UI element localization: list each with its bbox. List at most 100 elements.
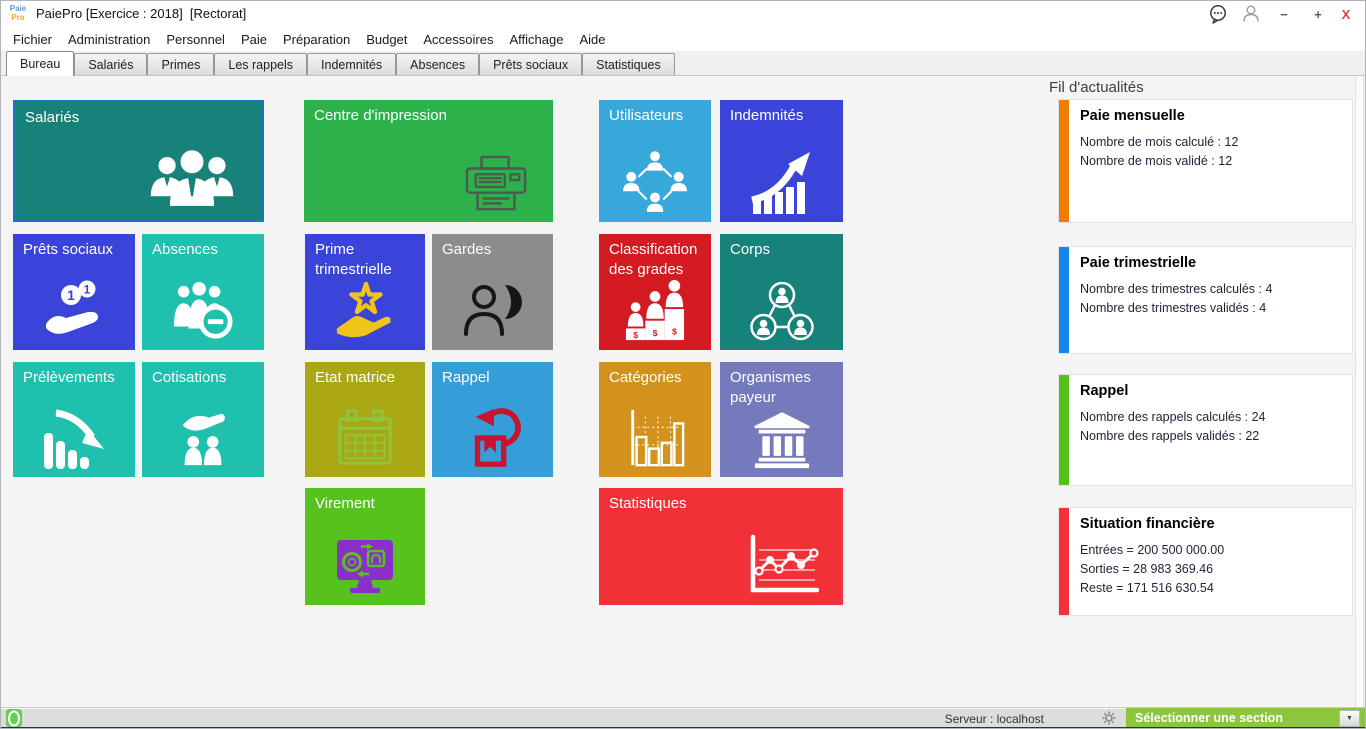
printer-icon (463, 154, 529, 214)
person-moon-icon (461, 282, 525, 342)
transfer-monitor-icon (332, 537, 398, 597)
dropdown-arrow-icon[interactable]: ▼ (1339, 710, 1360, 727)
tile-salaries[interactable]: Salariés (13, 100, 264, 222)
card-title: Paie mensuelle (1080, 108, 1238, 124)
window-title: PaiePro [Exercice : 2018] [Rectorat] (36, 6, 246, 21)
card-accent-bar (1059, 375, 1069, 485)
tile-label: Corps (730, 240, 837, 260)
news-card-paie-mensuelle: Paie mensuelle Nombre de mois calculé : … (1058, 99, 1353, 223)
calendar-icon (334, 407, 396, 469)
menu-affichage[interactable]: Affichage (501, 29, 571, 50)
tile-label: Centre d'impression (314, 106, 547, 126)
tile-label: Indemnités (730, 106, 837, 126)
card-line: Nombre des rappels validés : 22 (1080, 427, 1266, 446)
card-line: Entrées = 200 500 000.00 (1080, 541, 1224, 560)
gear-icon[interactable] (1096, 709, 1122, 727)
tile-utilisateurs[interactable]: Utilisateurs (599, 100, 711, 222)
menu-accessoires[interactable]: Accessoires (415, 29, 501, 50)
news-card-situation-financiere: Situation financière Entrées = 200 500 0… (1058, 507, 1353, 616)
tile-centre-impression[interactable]: Centre d'impression (304, 100, 553, 222)
tile-indemnites[interactable]: Indemnités (720, 100, 843, 222)
svg-text:1: 1 (84, 283, 91, 297)
card-line: Nombre de mois validé : 12 (1080, 152, 1238, 171)
tile-label: Prêts sociaux (23, 240, 129, 260)
tab-strip: Bureau Salariés Primes Les rappels Indem… (1, 51, 1365, 76)
tile-classification-grades[interactable]: Classification des grades $$$ (599, 234, 711, 350)
vertical-scrollbar[interactable] (1355, 76, 1364, 707)
maximize-button[interactable]: + (1307, 7, 1329, 22)
card-line: Reste = 171 516 630.54 (1080, 579, 1224, 598)
tab-indemnites[interactable]: Indemnités (307, 53, 396, 75)
tab-les-rappels[interactable]: Les rappels (214, 53, 307, 75)
card-line: Nombre des trimestres calculés : 4 (1080, 280, 1272, 299)
tile-statistiques[interactable]: Statistiques (599, 488, 843, 605)
tile-gardes[interactable]: Gardes (432, 234, 553, 350)
svg-text:$: $ (672, 326, 677, 336)
tile-cotisations[interactable]: Cotisations (142, 362, 264, 477)
card-line: Nombre des rappels calculés : 24 (1080, 408, 1266, 427)
tile-prets-sociaux[interactable]: Prêts sociaux 1 1 (13, 234, 135, 350)
tile-virement[interactable]: Virement (305, 488, 425, 605)
menu-fichier[interactable]: Fichier (5, 29, 60, 50)
undo-square-icon (462, 407, 524, 469)
tile-prelevements[interactable]: Prélèvements (13, 362, 135, 477)
news-feed-panel: Fil d'actualités Paie mensuelle Nombre d… (1049, 76, 1357, 707)
tab-primes[interactable]: Primes (147, 53, 214, 75)
tab-salaries[interactable]: Salariés (74, 53, 147, 75)
growth-arrow-icon (750, 152, 814, 214)
user-icon[interactable] (1242, 4, 1260, 24)
card-line: Nombre de mois calculé : 12 (1080, 133, 1238, 152)
tile-label: Statistiques (609, 494, 837, 514)
org-circles-icon (750, 282, 814, 342)
svg-text:$: $ (633, 330, 638, 340)
tile-corps[interactable]: Corps (720, 234, 843, 350)
section-selector-label: Sélectionner une section (1126, 711, 1339, 725)
users-network-icon (622, 150, 688, 214)
line-chart-icon (745, 533, 819, 597)
card-title: Paie trimestrielle (1080, 255, 1272, 271)
tile-label: Virement (315, 494, 419, 514)
minimize-button[interactable]: − (1273, 7, 1295, 22)
section-selector[interactable]: Sélectionner une section ▼ (1126, 708, 1365, 728)
tile-absences[interactable]: Absences (142, 234, 264, 350)
bank-icon (752, 411, 812, 469)
svg-text:$: $ (653, 328, 658, 338)
hand-people-icon (172, 407, 234, 469)
bar-chart-icon (624, 407, 686, 469)
menu-aide[interactable]: Aide (571, 29, 613, 50)
menu-paie[interactable]: Paie (233, 29, 275, 50)
tile-label: Utilisateurs (609, 106, 705, 126)
tab-bureau[interactable]: Bureau (6, 51, 74, 76)
news-card-rappel: Rappel Nombre des rappels calculés : 24 … (1058, 374, 1353, 486)
logo-text-bottom: Pro (11, 14, 24, 23)
status-bar: Serveur : localhost Sélectionner une sec… (1, 707, 1365, 728)
menu-personnel[interactable]: Personnel (158, 29, 233, 50)
tile-label: Etat matrice (315, 368, 419, 388)
tile-label: Catégories (609, 368, 705, 388)
menu-budget[interactable]: Budget (358, 29, 415, 50)
tile-organismes-payeur[interactable]: Organismes payeur (720, 362, 843, 477)
grade-steps-icon: $ $ $ (624, 280, 686, 342)
desktop-area: Salariés Centre d'impression Utilisateur… (1, 76, 1365, 707)
tile-prime-trimestrielle[interactable]: Prime trimestrielle (305, 234, 425, 350)
people-minus-icon (169, 282, 237, 342)
tile-label: Cotisations (152, 368, 258, 388)
coins-hand-icon: 1 1 (42, 278, 106, 342)
tab-statistiques[interactable]: Statistiques (582, 53, 675, 75)
tile-etat-matrice[interactable]: Etat matrice (305, 362, 425, 477)
news-feed-title: Fil d'actualités (1049, 79, 1144, 96)
tile-label: Absences (152, 240, 258, 260)
close-button[interactable]: X (1335, 7, 1357, 22)
tile-label: Rappel (442, 368, 547, 388)
menu-preparation[interactable]: Préparation (275, 29, 358, 50)
tab-prets-sociaux[interactable]: Prêts sociaux (479, 53, 582, 75)
tile-label: Salariés (25, 108, 256, 128)
chat-icon[interactable] (1208, 4, 1228, 24)
server-status-label: Serveur : localhost (945, 712, 1044, 726)
menu-bar: Fichier Administration Personnel Paie Pr… (1, 27, 1366, 51)
tile-rappel[interactable]: Rappel (432, 362, 553, 477)
tab-absences[interactable]: Absences (396, 53, 479, 75)
tile-categories[interactable]: Catégories (599, 362, 711, 477)
menu-administration[interactable]: Administration (60, 29, 158, 50)
star-hand-icon (334, 280, 396, 342)
